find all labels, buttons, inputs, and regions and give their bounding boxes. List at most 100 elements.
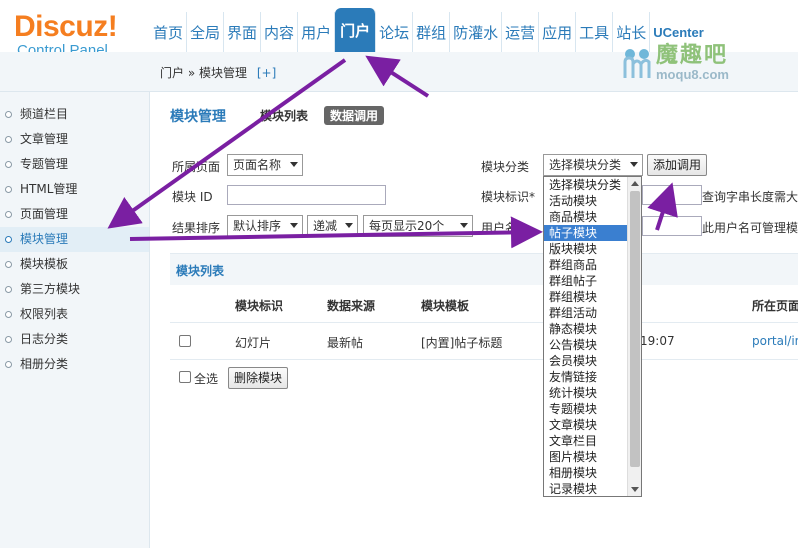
block-id-input[interactable] — [227, 185, 386, 205]
sidebar-item-html[interactable]: HTML管理 — [0, 177, 149, 202]
nav-item-portal[interactable]: 门户 — [335, 8, 377, 52]
dropdown-option[interactable]: 记录模块 — [544, 481, 628, 496]
nav-item-operation[interactable]: 运营 — [502, 12, 540, 52]
delete-block-button[interactable]: 删除模块 — [228, 367, 289, 389]
bullet-icon — [5, 111, 12, 118]
sort-select-value: 默认排序 — [233, 219, 282, 233]
dropdown-option[interactable]: 专题模块 — [544, 401, 628, 417]
cell-mark: 幻灯片 — [235, 336, 272, 350]
select-all-checkbox[interactable] — [179, 371, 191, 383]
bullet-icon — [5, 311, 12, 318]
page-select[interactable]: 页面名称 — [227, 154, 303, 176]
chevron-down-icon — [345, 223, 353, 228]
nav-item-interface[interactable]: 界面 — [224, 12, 262, 52]
sidebar-item-log-category[interactable]: 日志分类 — [0, 327, 149, 352]
dropdown-option[interactable]: 文章栏目 — [544, 433, 628, 449]
dropdown-option-selected[interactable]: 帖子模块 — [544, 225, 628, 241]
col-header-source: 数据来源 — [327, 299, 376, 313]
sidebar-item-label: 相册分类 — [20, 357, 69, 371]
dropdown-option[interactable]: 群组帖子 — [544, 273, 628, 289]
sidebar-item-album-category[interactable]: 相册分类 — [0, 352, 149, 377]
sidebar: 频道栏目 文章管理 专题管理 HTML管理 页面管理 模块管理 模块模板 第三方… — [0, 92, 150, 548]
dropdown-option[interactable]: 群组模块 — [544, 289, 628, 305]
nav-item-global[interactable]: 全局 — [187, 12, 225, 52]
block-mark-label: 模块标识* — [481, 190, 536, 204]
sidebar-item-permissions[interactable]: 权限列表 — [0, 302, 149, 327]
nav-item-forum[interactable]: 论坛 — [376, 12, 414, 52]
username-input[interactable] — [642, 216, 702, 236]
tab-block-list[interactable]: 模块列表 — [254, 106, 314, 125]
dropdown-scrollbar[interactable] — [627, 177, 641, 496]
nav-item-apps[interactable]: 应用 — [539, 12, 577, 52]
sidebar-item-block-templates[interactable]: 模块模板 — [0, 252, 149, 277]
nav-item-content[interactable]: 内容 — [261, 12, 299, 52]
block-mark-input[interactable] — [642, 185, 702, 205]
sort-select[interactable]: 默认排序 — [227, 215, 303, 237]
dropdown-option[interactable]: 群组商品 — [544, 257, 628, 273]
breadcrumb-section[interactable]: 门户 — [160, 66, 184, 80]
sidebar-item-label: 频道栏目 — [20, 107, 69, 121]
bullet-icon — [5, 261, 12, 268]
breadcrumb-page: 模块管理 — [199, 66, 248, 80]
sidebar-item-topics[interactable]: 专题管理 — [0, 152, 149, 177]
nav-item-antispam[interactable]: 防灌水 — [450, 12, 503, 52]
nav-item-group[interactable]: 群组 — [413, 12, 451, 52]
bullet-icon — [5, 361, 12, 368]
breadcrumb-add-shortcut[interactable]: [+] — [257, 66, 276, 80]
sort-label: 结果排序 — [172, 221, 221, 235]
sidebar-item-articles[interactable]: 文章管理 — [0, 127, 149, 152]
sidebar-item-channel[interactable]: 频道栏目 — [0, 102, 149, 127]
watermark-text: 魔趣吧 moqu8.com — [656, 44, 729, 82]
dropdown-option[interactable]: 版块模块 — [544, 241, 628, 257]
sidebar-item-third-party[interactable]: 第三方模块 — [0, 277, 149, 302]
row-checkbox[interactable] — [179, 335, 191, 347]
block-mark-hint: 查询字串长度需大 — [702, 190, 798, 204]
scroll-down-icon[interactable] — [631, 487, 639, 492]
nav-item-users[interactable]: 用户 — [298, 12, 336, 52]
scrollbar-thumb[interactable] — [630, 191, 640, 467]
select-all-label: 全选 — [194, 372, 219, 386]
bullet-icon — [5, 211, 12, 218]
username-label: 用户名 — [481, 221, 518, 235]
category-dropdown-list[interactable]: 选择模块分类 活动模块 商品模块 帖子模块 版块模块 群组商品 群组帖子 群组模… — [543, 176, 642, 497]
dropdown-option[interactable]: 友情链接 — [544, 369, 628, 385]
block-list-header: 模块列表 — [170, 253, 798, 285]
per-page-select[interactable]: 每页显示20个 — [363, 215, 473, 237]
add-call-button[interactable]: 添加调用 — [647, 154, 708, 176]
dropdown-option[interactable]: 统计模块 — [544, 385, 628, 401]
breadcrumb: 门户 » 模块管理 [+] — [160, 64, 276, 81]
chevron-down-icon — [290, 162, 298, 167]
dropdown-option[interactable]: 会员模块 — [544, 353, 628, 369]
category-label: 模块分类 — [481, 160, 530, 174]
tab-data-call[interactable]: 数据调用 — [324, 106, 385, 125]
dropdown-option[interactable]: 文章模块 — [544, 417, 628, 433]
sidebar-item-label: 第三方模块 — [20, 282, 81, 296]
sidebar-item-label: 文章管理 — [20, 132, 69, 146]
watermark: 魔趣吧 moqu8.com — [622, 44, 729, 82]
dropdown-option[interactable]: 群组活动 — [544, 305, 628, 321]
chevron-down-icon — [630, 162, 638, 167]
per-page-select-value: 每页显示20个 — [369, 219, 445, 233]
page-title: 模块管理 — [170, 109, 226, 125]
sidebar-item-pages[interactable]: 页面管理 — [0, 202, 149, 227]
order-select[interactable]: 递减 — [307, 215, 358, 237]
dropdown-option[interactable]: 图片模块 — [544, 449, 628, 465]
dropdown-option[interactable]: 公告模块 — [544, 337, 628, 353]
category-select[interactable]: 选择模块分类 — [543, 154, 643, 176]
nav-item-tools[interactable]: 工具 — [576, 12, 614, 52]
cell-template: [内置]帖子标题 — [421, 336, 503, 350]
scroll-up-icon[interactable] — [631, 181, 639, 186]
dropdown-option[interactable]: 静态模块 — [544, 321, 628, 337]
dropdown-option[interactable]: 相册模块 — [544, 465, 628, 481]
sidebar-item-blocks[interactable]: 模块管理 — [0, 227, 149, 252]
dropdown-option[interactable]: 选择模块分类 — [544, 177, 628, 193]
bullet-icon — [5, 286, 12, 293]
nav-item-home[interactable]: 首页 — [150, 12, 188, 52]
cell-page-link[interactable]: portal/in — [752, 334, 798, 348]
order-select-value: 递减 — [313, 219, 338, 233]
logo-main-text: Discuz! — [14, 10, 118, 43]
dropdown-option[interactable]: 活动模块 — [544, 193, 628, 209]
page-filter-label: 所属页面 — [172, 160, 221, 174]
table-row: 幻灯片 最新帖 [内置]帖子标题 19:07 portal/in — [170, 322, 798, 360]
dropdown-option[interactable]: 商品模块 — [544, 209, 628, 225]
